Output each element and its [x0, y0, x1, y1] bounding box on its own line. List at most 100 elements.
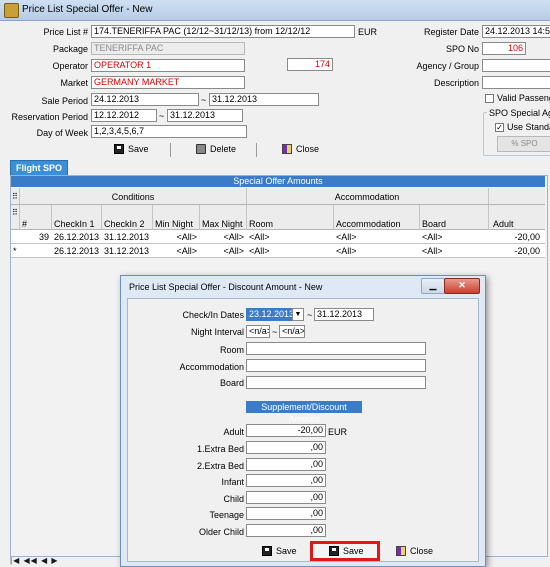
operator-id-field: 174: [287, 58, 333, 71]
minimize-icon[interactable]: ▁: [421, 278, 445, 294]
col-min-night[interactable]: Min Night: [155, 219, 193, 229]
row-room: <All>: [249, 246, 270, 256]
window-title: Price List Special Offer - New: [22, 4, 153, 15]
row-max-night: <All>: [223, 246, 244, 256]
col-room[interactable]: Room: [249, 219, 273, 229]
operator-field[interactable]: OPERATOR 1: [91, 59, 245, 72]
res-tilde: ~: [159, 111, 165, 121]
trash-icon: [196, 144, 206, 154]
row-min-night: <All>: [176, 246, 197, 256]
adult-field[interactable]: -20,00: [246, 424, 326, 437]
save-button[interactable]: Save: [114, 144, 149, 154]
dialog-save-label: Save: [276, 546, 297, 556]
room-field[interactable]: [246, 342, 426, 355]
board-field[interactable]: [246, 376, 426, 389]
agency-group-field[interactable]: [482, 59, 550, 72]
row-accommodation: <All>: [336, 232, 357, 242]
use-standard-label: Use Standa: [507, 122, 550, 132]
dialog-save-highlighted-button[interactable]: Save: [310, 541, 380, 561]
checkin-tilde: ~: [307, 310, 313, 320]
sale-from-field[interactable]: 24.12.2013: [91, 93, 199, 106]
sale-period-label: Sale Period: [41, 96, 88, 106]
row-min-night: <All>: [176, 232, 197, 242]
older-child-field[interactable]: ,00: [246, 524, 326, 537]
description-field[interactable]: [482, 76, 550, 89]
infant-field[interactable]: ,00: [246, 474, 326, 487]
child-field[interactable]: ,00: [246, 491, 326, 504]
col-checkin2[interactable]: CheckIn 2: [104, 219, 145, 229]
price-list-label: Price List #: [43, 27, 88, 37]
agency-group-label: Agency / Group: [416, 61, 479, 71]
group-conditions: Conditions: [111, 192, 155, 202]
res-to-field[interactable]: 31.12.2013: [167, 109, 243, 122]
supplement-section-header: Supplement/Discount Amount: [246, 401, 362, 424]
grid-menu-icon[interactable]: ⠿: [12, 192, 18, 201]
night-to-field[interactable]: <n/a>: [279, 325, 305, 338]
market-label: Market: [60, 78, 88, 88]
accommodation-field[interactable]: [246, 359, 426, 372]
dialog-title: Price List Special Offer - Discount Amou…: [129, 282, 323, 292]
night-from-field[interactable]: <n/a>: [246, 325, 270, 338]
filter-icon[interactable]: ⠿: [12, 208, 18, 217]
col-adult[interactable]: Adult: [493, 219, 514, 229]
close-button[interactable]: Close: [282, 144, 319, 154]
description-label: Description: [433, 78, 479, 88]
extra-bed1-field[interactable]: ,00: [246, 441, 326, 454]
title-bar: Price List Special Offer - New: [0, 0, 550, 21]
row-adult: -20,00: [514, 232, 540, 242]
dialog-window-controls: ▁ ✕: [421, 278, 480, 294]
sale-tilde: ~: [201, 95, 207, 105]
new-row-marker: *: [13, 246, 17, 256]
group-accommodation: Accommodation: [334, 192, 400, 202]
market-field[interactable]: GERMANY MARKET: [91, 76, 245, 89]
dialog-title-bar: Price List Special Offer - Discount Amou…: [121, 276, 485, 298]
save-icon: [262, 546, 272, 556]
sale-to-field[interactable]: 31.12.2013: [209, 93, 319, 106]
day-of-week-label: Day of Week: [36, 128, 88, 138]
extra-bed1-label: 1.Extra Bed: [196, 444, 244, 454]
price-list-field[interactable]: 174.TENERIFFA PAC (12/12~31/12/13) from …: [91, 25, 355, 38]
row-board: <All>: [422, 246, 443, 256]
checkin-to-field[interactable]: 31.12.2013: [314, 308, 374, 321]
valid-passenger-label: Valid Passeng: [497, 93, 550, 103]
teenage-field[interactable]: ,00: [246, 507, 326, 520]
record-navigator[interactable]: |◀ ◀◀ ◀ ▶: [10, 556, 120, 566]
col-accommodation[interactable]: Accommodation: [336, 219, 401, 229]
col-max-night[interactable]: Max Night: [202, 219, 243, 229]
package-label: Package: [52, 44, 88, 54]
operator-label: Operator: [52, 61, 88, 71]
tab-flight-spo[interactable]: Flight SPO: [10, 160, 68, 175]
toolbar-separator: [256, 143, 257, 157]
row-number: 39: [38, 232, 49, 242]
dropdown-arrow-icon[interactable]: ▼: [292, 308, 304, 321]
row-room: <All>: [249, 232, 270, 242]
door-exit-icon: [282, 144, 292, 154]
row-board: <All>: [422, 232, 443, 242]
dialog-save-button[interactable]: Save: [262, 545, 312, 557]
delete-button-label: Delete: [210, 144, 237, 154]
col-number[interactable]: #: [22, 219, 27, 229]
col-checkin1[interactable]: CheckIn 1: [54, 219, 95, 229]
res-from-field[interactable]: 12.12.2012: [91, 109, 157, 122]
dialog-close-button[interactable]: Close: [396, 545, 446, 557]
col-board[interactable]: Board: [422, 219, 446, 229]
spo-no-label: SPO No: [445, 44, 479, 54]
register-date-label: Register Date: [423, 27, 479, 37]
discount-amount-dialog: Price List Special Offer - Discount Amou…: [120, 275, 486, 567]
app-icon: [4, 3, 19, 18]
dialog-save-label: Save: [343, 546, 364, 556]
spo-no-field: 106: [482, 42, 526, 55]
currency-label: EUR: [358, 27, 378, 37]
night-tilde: ~: [272, 327, 278, 337]
package-field[interactable]: TENERIFFA PAC: [91, 42, 245, 55]
spo-button[interactable]: % SPO: [497, 136, 550, 152]
delete-button[interactable]: Delete: [196, 144, 236, 154]
extra-bed2-field[interactable]: ,00: [246, 458, 326, 471]
row-accommodation: <All>: [336, 246, 357, 256]
board-label: Board: [219, 378, 244, 388]
close-icon[interactable]: ✕: [444, 278, 480, 294]
valid-passenger-checkbox[interactable]: [485, 94, 494, 103]
use-standard-checkbox[interactable]: ✓: [495, 123, 504, 132]
day-of-week-field[interactable]: 1,2,3,4,5,6,7: [91, 125, 247, 138]
spo-special-group-label: SPO Special Ag: [487, 108, 550, 118]
